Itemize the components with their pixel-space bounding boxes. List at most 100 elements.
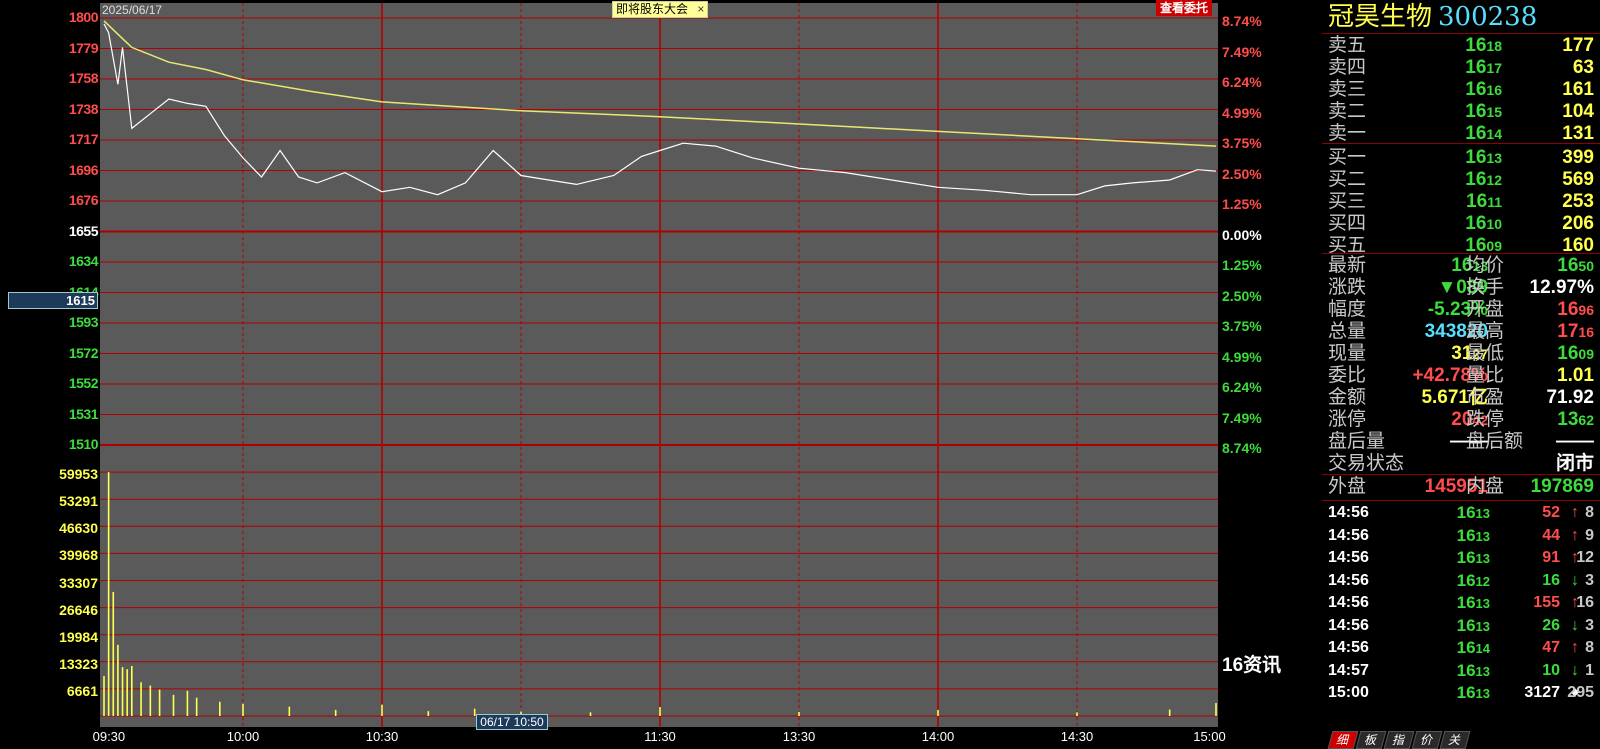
trade-time: 14:56	[1328, 504, 1369, 521]
level-label: 买四	[1328, 213, 1367, 234]
inner-value: 197869	[1530, 476, 1594, 497]
sell-level[interactable]: 卖三 1616 161	[1328, 78, 1594, 101]
time-tick-label: 14:00	[921, 729, 955, 744]
time-tick-label: 15:00	[1193, 729, 1226, 744]
percent-tick-label: 0.00%	[1222, 226, 1262, 243]
volume-bar	[1215, 702, 1217, 716]
stat-label: 最新	[1328, 255, 1367, 276]
trade-time: 14:57	[1328, 661, 1369, 679]
announcement-banner[interactable]: 即将股东大会 ×	[612, 1, 709, 18]
level-qty: 399	[1562, 147, 1594, 168]
direction-icon: ↓	[1571, 571, 1579, 589]
stat-row: 最新 1613 均价 1650	[1328, 255, 1594, 277]
trade-time: 14:56	[1328, 616, 1369, 634]
stat-row: 金额 5.671亿 市盈 71.92	[1328, 387, 1594, 409]
sell-level[interactable]: 卖四 1617 63	[1328, 56, 1594, 79]
buy-level[interactable]: 买三 1611 253	[1328, 190, 1594, 213]
trade-time: 14:56	[1328, 526, 1369, 544]
level-price: 1615	[1465, 101, 1502, 122]
stat-row: 幅度 -5.23% 开盘 1696	[1328, 299, 1594, 321]
stat-value: 12.97%	[1529, 277, 1594, 298]
time-tick-label: 10:30	[365, 729, 399, 744]
volume-bar	[659, 707, 661, 716]
price-tick-label: 1572	[68, 344, 99, 361]
stat-label: 最高	[1466, 321, 1505, 342]
stat-label: 最低	[1466, 343, 1505, 364]
trade-time: 14:56	[1328, 571, 1369, 589]
level-price: 1610	[1465, 213, 1502, 234]
stat-value: 1.01	[1557, 365, 1594, 386]
time-tick-label: 14:30	[1060, 729, 1094, 744]
direction-icon: ↑	[1571, 504, 1579, 521]
price-tick-label: 1634	[68, 253, 99, 269]
banner-close-icon[interactable]: ×	[697, 2, 704, 16]
percent-tick-label: 2.50%	[1222, 287, 1262, 304]
direction-icon: ↑	[1571, 526, 1579, 544]
level-label: 卖二	[1328, 101, 1367, 122]
trade-volume: 3127	[1524, 684, 1560, 701]
buy-level[interactable]: 买一 1613 399	[1328, 146, 1594, 169]
direction-icon: ↓	[1571, 661, 1579, 679]
trade-count: 3	[1585, 571, 1594, 589]
stat-value: 1696	[1557, 299, 1594, 320]
trade-row: 15:00 1613 3127 ◆ 295	[1328, 682, 1594, 704]
trade-time: 14:56	[1328, 639, 1369, 656]
sell-level[interactable]: 卖二 1615 104	[1328, 100, 1594, 123]
percent-tick-label: 3.75%	[1222, 135, 1262, 151]
panel-tabs: 细板指价关	[1327, 731, 1471, 749]
trade-price: 1613	[1456, 525, 1490, 545]
volume-bar	[798, 711, 800, 716]
buy-level[interactable]: 买四 1610 206	[1328, 212, 1594, 235]
tab-5[interactable]: 关	[1439, 731, 1471, 749]
sell-level[interactable]: 卖一 1614 131	[1328, 122, 1594, 145]
volume-bar	[288, 706, 291, 716]
panel-separator	[1322, 143, 1600, 144]
tab-1[interactable]: 细	[1327, 731, 1359, 749]
stat-label: 委比	[1328, 365, 1367, 386]
trade-count: 3	[1585, 616, 1594, 634]
trade-price: 1614	[1456, 638, 1490, 657]
level-price: 1618	[1465, 35, 1502, 56]
time-tick-label: 09:30	[92, 729, 126, 744]
trade-price: 1613	[1456, 548, 1490, 567]
volume-tick-label: 46630	[59, 520, 98, 537]
news-label[interactable]: 16资讯	[1222, 650, 1281, 677]
trade-price: 1613	[1456, 660, 1490, 680]
price-tick-label: 1779	[68, 39, 99, 56]
stat-label: 涨停	[1328, 409, 1367, 430]
direction-icon: ↑	[1571, 639, 1579, 656]
level-label: 买一	[1328, 147, 1367, 168]
stat-label: 换手	[1466, 277, 1505, 298]
stat-label: 市盈	[1466, 387, 1505, 408]
trade-count: 8	[1585, 504, 1594, 521]
volume-bar	[131, 665, 133, 716]
sell-level[interactable]: 卖五 1618 177	[1328, 34, 1594, 57]
volume-bar	[186, 690, 189, 716]
level-label: 买二	[1328, 169, 1367, 190]
volume-bar	[334, 709, 337, 716]
time-tick-label: 11:30	[644, 729, 676, 744]
trade-count: 295	[1567, 684, 1594, 701]
tab-3[interactable]: 指	[1383, 731, 1415, 749]
volume-bar	[140, 682, 142, 716]
volume-tick-label: 13323	[59, 655, 98, 672]
tab-4[interactable]: 价	[1411, 731, 1443, 749]
volume-bar	[149, 685, 152, 716]
stock-title: 冠昊生物 300238	[1328, 0, 1537, 34]
time-tick-label: 13:30	[782, 729, 816, 744]
stat-value: 闭市	[1555, 453, 1594, 474]
tab-2[interactable]: 板	[1355, 731, 1387, 749]
buy-level[interactable]: 买二 1612 569	[1328, 168, 1594, 191]
trade-count: 1	[1585, 661, 1594, 679]
stat-label: 总量	[1328, 321, 1367, 342]
trade-count: 8	[1585, 639, 1594, 656]
level-qty: 131	[1562, 123, 1594, 144]
view-entrust-button[interactable]: 查看委托	[1156, 0, 1213, 16]
stat-value: 71.92	[1546, 387, 1594, 408]
trade-time: 15:00	[1328, 684, 1369, 701]
volume-tick-label: 6661	[66, 682, 98, 699]
intraday-chart[interactable]	[100, 3, 1218, 727]
level-price: 1613	[1465, 147, 1502, 168]
percent-tick-label: 7.49%	[1222, 43, 1262, 60]
volume-bar	[1076, 712, 1078, 716]
